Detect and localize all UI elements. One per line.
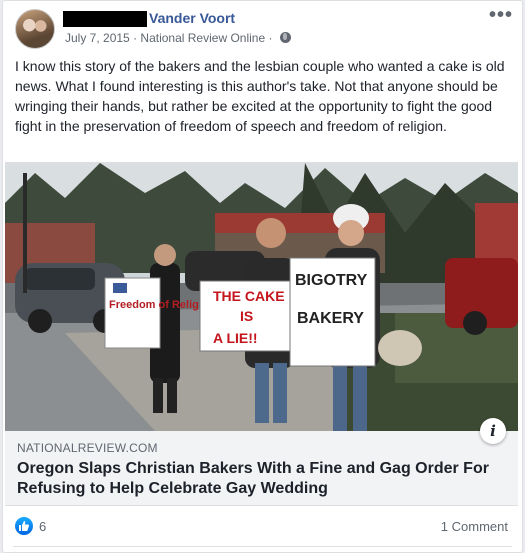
info-icon[interactable]: i xyxy=(480,418,506,444)
avatar[interactable] xyxy=(15,9,55,49)
meta-separator-2: · xyxy=(268,31,273,45)
post-header: Vander Voort July 7, 2015 · National Rev… xyxy=(13,5,513,51)
more-options-icon[interactable]: ••• xyxy=(489,5,513,25)
post-card: Vander Voort July 7, 2015 · National Rev… xyxy=(2,0,523,553)
like-reaction-icon[interactable] xyxy=(15,517,33,535)
photo-sign-2-line1: THE CAKE xyxy=(213,288,285,304)
post-source[interactable]: National Review Online xyxy=(140,31,265,45)
like-count[interactable]: 6 xyxy=(39,519,46,534)
link-domain: NATIONALREVIEW.COM xyxy=(17,441,158,455)
globe-icon[interactable] xyxy=(279,32,291,43)
photo-sign-2-line2: IS xyxy=(240,308,253,324)
redacted-name-bar xyxy=(63,11,147,27)
footer-divider xyxy=(13,546,512,547)
post-date[interactable]: July 7, 2015 xyxy=(65,31,130,45)
photo-sign-3-line1: BIGOTRY xyxy=(295,272,368,289)
link-preview[interactable]: Freedom of Religion THE CAKE IS A LIE!! xyxy=(5,162,518,506)
post-text: I know this story of the bakers and the … xyxy=(15,56,511,136)
post-footer: 6 1 Comment xyxy=(15,516,508,538)
meta-separator: · xyxy=(133,31,138,45)
link-preview-image[interactable]: Freedom of Religion THE CAKE IS A LIE!! xyxy=(5,163,518,431)
photo-sign-2-line3: A LIE!! xyxy=(213,330,258,346)
post-text-body: I know this story of the bakers and the … xyxy=(15,58,505,134)
post-meta: July 7, 2015 · National Review Online · xyxy=(65,31,291,45)
author-name[interactable]: Vander Voort xyxy=(149,10,235,26)
link-title[interactable]: Oregon Slaps Christian Bakers With a Fin… xyxy=(17,459,497,499)
photo-sign-3-line2: BAKERY xyxy=(297,310,364,327)
comment-count[interactable]: 1 Comment xyxy=(441,519,508,534)
